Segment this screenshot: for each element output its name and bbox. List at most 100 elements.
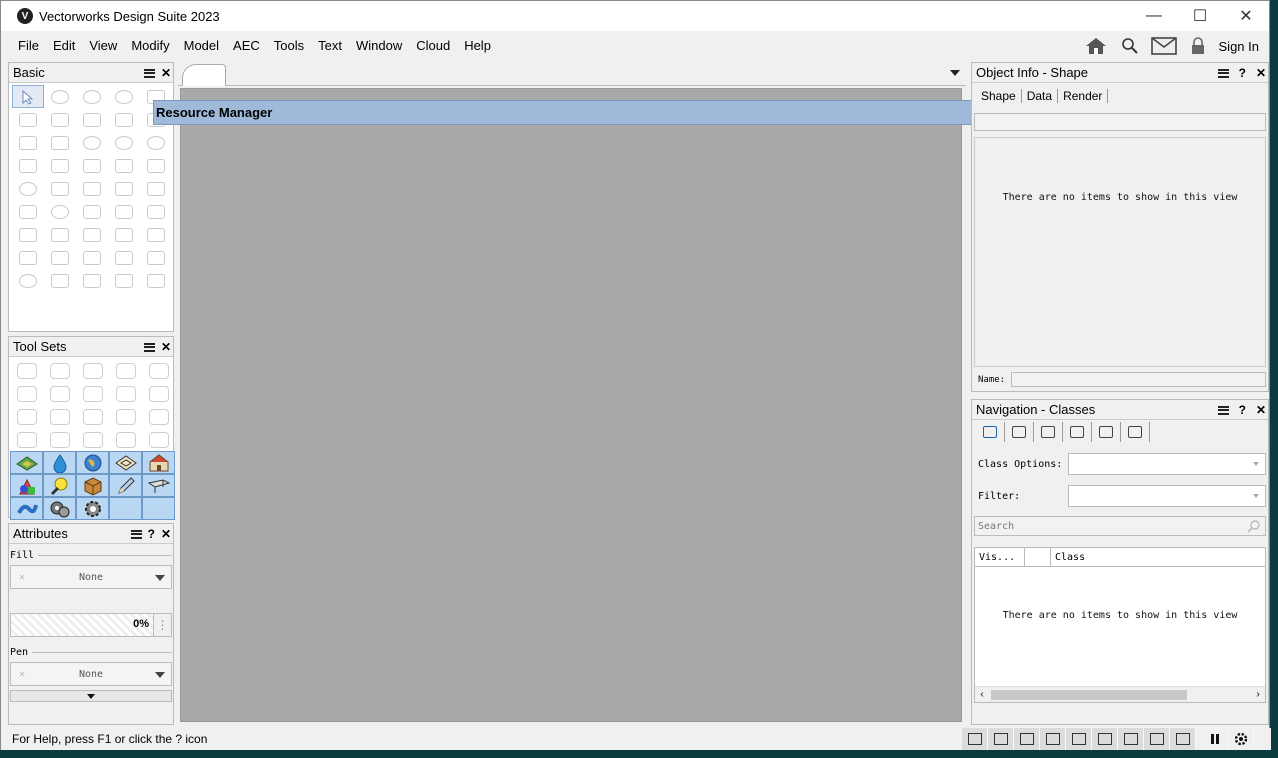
smart-points-icon[interactable]: [1040, 728, 1066, 750]
menu-text[interactable]: Text: [311, 35, 349, 57]
toolset-mep-icon[interactable]: [10, 428, 43, 451]
toolset-sheet-icon[interactable]: [43, 428, 76, 451]
fillet-tool[interactable]: [44, 223, 76, 246]
toolset-box-icon[interactable]: [76, 474, 109, 497]
offset-tool[interactable]: [76, 223, 108, 246]
toolset-machine-design-icon[interactable]: [43, 382, 76, 405]
navigation-help-button[interactable]: ?: [1239, 403, 1246, 417]
snap-to-surface-icon[interactable]: [1144, 728, 1170, 750]
tab-list-dropdown-icon[interactable]: [950, 70, 960, 76]
trim-tool[interactable]: [12, 223, 44, 246]
scrollbar-thumb[interactable]: [991, 689, 1187, 700]
class-search-field[interactable]: Search: [974, 516, 1266, 536]
connect-tool[interactable]: [140, 200, 172, 223]
saved-views-icon[interactable]: [1092, 422, 1121, 442]
toolset-site-model-icon[interactable]: [10, 451, 43, 474]
menu-file[interactable]: File: [11, 35, 46, 57]
oval-tool[interactable]: [108, 131, 140, 154]
snap-to-angle-icon[interactable]: [1014, 728, 1040, 750]
fill-style-dropdown[interactable]: ✕ None: [10, 565, 172, 589]
rotate-tool[interactable]: [44, 200, 76, 223]
flyover-tool[interactable]: [76, 85, 108, 108]
gear-icon[interactable]: [1228, 728, 1254, 750]
menu-edit[interactable]: Edit: [46, 35, 82, 57]
scroll-left-icon[interactable]: ‹: [975, 689, 989, 700]
toolset-pencil-icon[interactable]: [109, 474, 142, 497]
sign-in-link[interactable]: Sign In: [1219, 39, 1259, 54]
snap-to-tangent-icon[interactable]: [1118, 728, 1144, 750]
constrained-dimension-tool[interactable]: [44, 246, 76, 269]
close-button[interactable]: ✕: [1223, 1, 1269, 31]
menu-modify[interactable]: Modify: [124, 35, 176, 57]
toolset-staircase-icon[interactable]: [142, 428, 175, 451]
tab-data[interactable]: Data: [1022, 89, 1059, 103]
toolset-3d-modeling-icon[interactable]: [109, 359, 142, 382]
pen-style-dropdown[interactable]: ✕ None: [10, 662, 172, 686]
column-visibility[interactable]: Vis...: [975, 547, 1025, 567]
toolset-structural-icon[interactable]: [109, 382, 142, 405]
snap-to-distance-icon[interactable]: [1066, 728, 1092, 750]
object-info-close-button[interactable]: ✕: [1256, 66, 1266, 80]
zoom-tool[interactable]: [108, 85, 140, 108]
eyedropper-tool[interactable]: [44, 177, 76, 200]
menu-model[interactable]: Model: [177, 35, 226, 57]
toolset-floor-plan-icon[interactable]: [109, 451, 142, 474]
column-class[interactable]: Class: [1051, 552, 1085, 563]
callout-tool[interactable]: [12, 108, 44, 131]
toolsets-palette-close-button[interactable]: ✕: [161, 340, 171, 354]
opacity-more-icon[interactable]: ⋮: [154, 613, 172, 637]
locus-tool[interactable]: [44, 108, 76, 131]
resource-manager-bar[interactable]: Resource Manager ? ⊣ ✕: [153, 100, 1110, 125]
mail-icon[interactable]: [1150, 35, 1177, 57]
minimize-button[interactable]: —: [1131, 1, 1177, 31]
toolset-water-drop-icon[interactable]: [43, 451, 76, 474]
toolset-files-icon[interactable]: [142, 405, 175, 428]
magic-wand-tool[interactable]: [76, 177, 108, 200]
toolset-beam-icon[interactable]: [142, 474, 175, 497]
basic-palette-close-button[interactable]: ✕: [161, 66, 171, 80]
column-edit[interactable]: [1025, 547, 1051, 567]
navigation-close-button[interactable]: ✕: [1256, 403, 1266, 417]
layers-view-icon[interactable]: [1005, 422, 1034, 442]
smart-edge-icon[interactable]: [1092, 728, 1118, 750]
arc-tool[interactable]: [140, 131, 172, 154]
fill-opacity-swatch[interactable]: 0%: [10, 613, 154, 637]
toolset-building-shell-icon[interactable]: [142, 359, 175, 382]
toolset-house-icon[interactable]: [142, 451, 175, 474]
visibility-tool[interactable]: [108, 177, 140, 200]
menu-tools[interactable]: Tools: [267, 35, 311, 57]
line-tool[interactable]: [108, 108, 140, 131]
toolset-pipe-icon[interactable]: [10, 497, 43, 520]
polyline-tool[interactable]: [44, 154, 76, 177]
menu-view[interactable]: View: [82, 35, 124, 57]
palette-menu-icon[interactable]: [143, 68, 155, 78]
toolset-site-planning-icon[interactable]: [109, 405, 142, 428]
attribute-mapping-tool[interactable]: [140, 223, 172, 246]
menu-window[interactable]: Window: [349, 35, 409, 57]
sheet-layers-view-icon[interactable]: [1034, 422, 1063, 442]
toolset-furniture-icon[interactable]: [10, 382, 43, 405]
object-info-help-button[interactable]: ?: [1239, 66, 1246, 80]
circle-tool[interactable]: [76, 131, 108, 154]
toolset-visualization-icon[interactable]: [43, 405, 76, 428]
lock-icon[interactable]: [1185, 35, 1211, 57]
pause-icon[interactable]: [1202, 728, 1228, 750]
arc-length-tool[interactable]: [140, 246, 172, 269]
radial-dimension-tool[interactable]: [12, 269, 44, 292]
toolset-lighting-icon[interactable]: [43, 474, 76, 497]
clip-tool[interactable]: [140, 177, 172, 200]
toolset-globe-icon[interactable]: [76, 451, 109, 474]
freehand-tool[interactable]: [12, 154, 44, 177]
revision-tool[interactable]: [140, 269, 172, 292]
tape-measure-tool[interactable]: [44, 269, 76, 292]
toolset-shapes-icon[interactable]: [10, 474, 43, 497]
attributes-help-button[interactable]: ?: [148, 527, 155, 541]
toolset-detailing-icon[interactable]: [76, 382, 109, 405]
home-icon[interactable]: [1083, 35, 1109, 57]
menu-cloud[interactable]: Cloud: [409, 35, 457, 57]
toolset-dims-notes-icon[interactable]: [10, 405, 43, 428]
attributes-expand-button[interactable]: [10, 690, 172, 702]
document-tab[interactable]: [182, 64, 226, 86]
mirror-tool[interactable]: [76, 200, 108, 223]
palette-menu-icon[interactable]: [1217, 405, 1229, 415]
